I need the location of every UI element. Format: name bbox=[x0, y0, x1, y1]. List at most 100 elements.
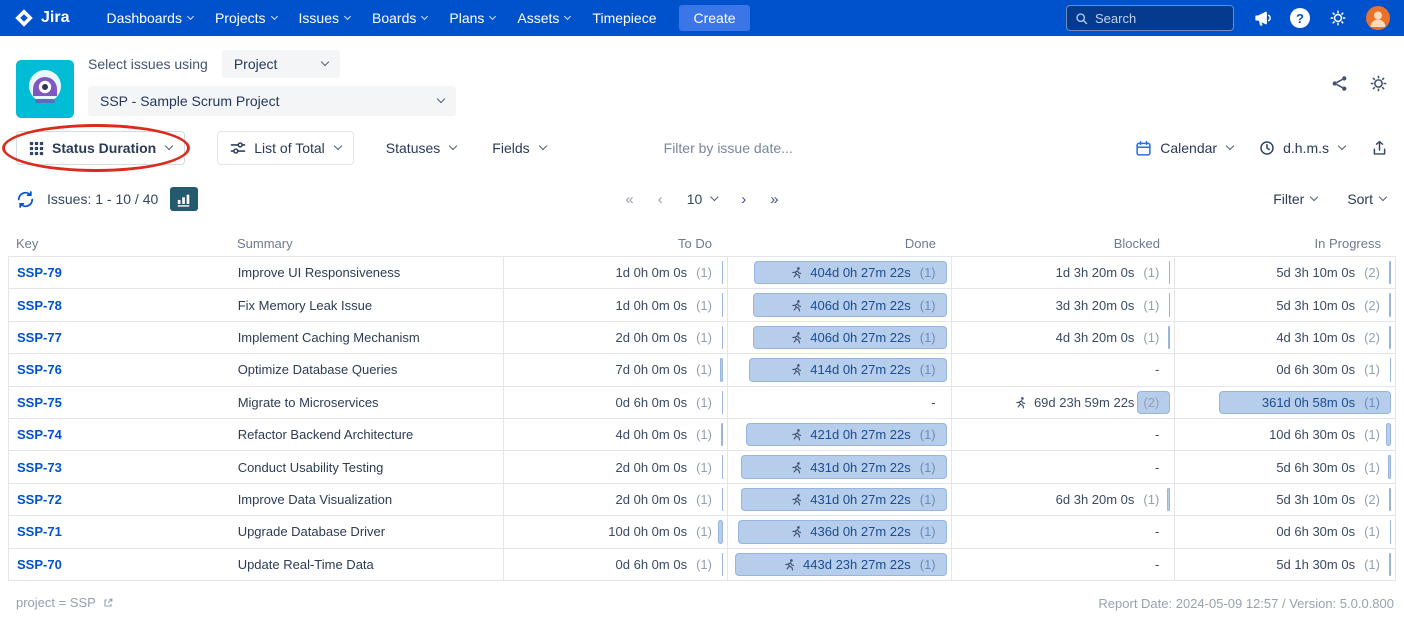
export-icon[interactable] bbox=[1371, 139, 1388, 157]
share-icon[interactable] bbox=[1330, 74, 1349, 93]
table-row: SSP-77Implement Caching Mechanism2d 0h 0… bbox=[8, 322, 1396, 354]
project-select[interactable]: SSP - Sample Scrum Project bbox=[88, 86, 456, 116]
duration-cell-todo: 0d 6h 0m 0s(1) bbox=[503, 549, 727, 580]
project-select-value: SSP - Sample Scrum Project bbox=[100, 93, 279, 109]
running-status-icon bbox=[790, 493, 803, 506]
column-header-summary[interactable]: Summary bbox=[229, 236, 503, 251]
issue-source-value: Project bbox=[234, 56, 278, 72]
table-row: SSP-75Migrate to Microservices0d 6h 0m 0… bbox=[8, 387, 1396, 419]
jira-logo[interactable]: Jira bbox=[14, 8, 69, 28]
duration-value: 414d 0h 27m 22s bbox=[810, 362, 910, 377]
duration-value: 1d 0h 0m 0s bbox=[616, 265, 688, 280]
jql-query-link[interactable]: project = SSP bbox=[16, 595, 114, 610]
nav-item-timepiece[interactable]: Timepiece bbox=[581, 0, 667, 36]
statuses-dropdown[interactable]: Statuses bbox=[386, 140, 456, 156]
settings-gear-icon[interactable] bbox=[1329, 9, 1347, 27]
next-page-button[interactable]: › bbox=[741, 191, 746, 208]
duration-cell-todo: 1d 0h 0m 0s(1) bbox=[503, 289, 727, 320]
prev-page-button[interactable]: ‹ bbox=[658, 191, 663, 208]
issue-key-link[interactable]: SSP-77 bbox=[9, 322, 230, 353]
duration-value: 4d 3h 20m 0s bbox=[1056, 330, 1135, 345]
issue-date-filter-input[interactable] bbox=[664, 140, 859, 156]
column-header-to-do[interactable]: To Do bbox=[503, 236, 727, 251]
transition-count: (1) bbox=[1364, 427, 1380, 442]
chart-view-button[interactable] bbox=[170, 187, 198, 211]
running-status-icon bbox=[790, 461, 803, 474]
time-format-label: d.h.m.s bbox=[1283, 140, 1329, 156]
duration-cell-inprogress: 5d 3h 10m 0s(2) bbox=[1174, 257, 1395, 288]
chevron-down-icon bbox=[271, 12, 278, 19]
calendar-dropdown[interactable]: Calendar bbox=[1135, 140, 1233, 157]
nav-item-dashboards[interactable]: Dashboards bbox=[95, 0, 204, 36]
pagination-left: Issues: 1 - 10 / 40 bbox=[16, 184, 198, 214]
calendar-label: Calendar bbox=[1160, 140, 1217, 156]
issue-key-link[interactable]: SSP-79 bbox=[9, 257, 230, 288]
create-button[interactable]: Create bbox=[679, 5, 749, 31]
issue-source-select[interactable]: Project bbox=[222, 50, 340, 78]
issue-key-link[interactable]: SSP-74 bbox=[9, 419, 230, 450]
help-icon[interactable]: ? bbox=[1290, 8, 1310, 28]
running-status-icon bbox=[790, 331, 803, 344]
search-input[interactable] bbox=[1095, 11, 1225, 26]
duration-value: 5d 3h 10m 0s bbox=[1276, 265, 1355, 280]
duration-cell-done: - bbox=[727, 387, 951, 418]
nav-item-issues[interactable]: Issues bbox=[288, 0, 361, 36]
column-header-blocked[interactable]: Blocked bbox=[951, 236, 1175, 251]
duration-cell-blocked: 4d 3h 20m 0s(1) bbox=[951, 322, 1175, 353]
megaphone-icon[interactable] bbox=[1253, 10, 1271, 26]
page-size-select[interactable]: 10 bbox=[687, 191, 718, 207]
project-row: SSP - Sample Scrum Project bbox=[88, 86, 456, 116]
pagination-right: Filter Sort bbox=[1273, 184, 1386, 214]
report-settings-gear-icon[interactable] bbox=[1369, 74, 1388, 93]
duration-value: 69d 23h 59m 22s bbox=[1034, 395, 1134, 410]
issue-key-link[interactable]: SSP-73 bbox=[9, 451, 230, 482]
nav-item-plans[interactable]: Plans bbox=[438, 0, 506, 36]
duration-cell-blocked: 69d 23h 59m 22s(2) bbox=[951, 387, 1175, 418]
duration-cell-todo: 4d 0h 0m 0s(1) bbox=[503, 419, 727, 450]
header-action-icons bbox=[1330, 74, 1388, 93]
duration-value: 7d 0h 0m 0s bbox=[616, 362, 688, 377]
issue-key-link[interactable]: SSP-70 bbox=[9, 549, 230, 580]
column-header-in-progress[interactable]: In Progress bbox=[1175, 236, 1396, 251]
column-header-done[interactable]: Done bbox=[727, 236, 951, 251]
last-page-button[interactable]: » bbox=[770, 191, 778, 208]
nav-item-projects[interactable]: Projects bbox=[204, 0, 288, 36]
duration-cell-inprogress: 5d 6h 30m 0s(1) bbox=[1174, 451, 1395, 482]
issue-key-link[interactable]: SSP-75 bbox=[9, 387, 230, 418]
view-mode-dropdown[interactable]: List of Total bbox=[217, 131, 354, 165]
fields-dropdown[interactable]: Fields bbox=[492, 140, 545, 156]
issue-key-link[interactable]: SSP-78 bbox=[9, 289, 230, 320]
duration-value: 3d 3h 20m 0s bbox=[1056, 298, 1135, 313]
time-format-dropdown[interactable]: d.h.m.s bbox=[1259, 140, 1345, 156]
issue-key-link[interactable]: SSP-71 bbox=[9, 516, 230, 547]
report-info: Report Date: 2024-05-09 12:57 / Version:… bbox=[1098, 596, 1394, 611]
first-page-button[interactable]: « bbox=[625, 191, 633, 208]
duration-value: 1d 0h 0m 0s bbox=[616, 298, 688, 313]
search-icon bbox=[1075, 12, 1088, 25]
duration-value: 431d 0h 27m 22s bbox=[810, 460, 910, 475]
refresh-icon[interactable] bbox=[16, 190, 35, 209]
nav-item-boards[interactable]: Boards bbox=[361, 0, 438, 36]
issue-key-link[interactable]: SSP-72 bbox=[9, 484, 230, 515]
sort-dropdown[interactable]: Sort bbox=[1347, 191, 1386, 207]
transition-count: (1) bbox=[1364, 524, 1380, 539]
nav-item-assets[interactable]: Assets bbox=[506, 0, 581, 36]
chevron-down-icon bbox=[437, 95, 445, 103]
nav-item-label: Boards bbox=[372, 10, 416, 26]
duration-value: 431d 0h 27m 22s bbox=[810, 492, 910, 507]
transition-count: (1) bbox=[696, 492, 712, 507]
chevron-down-icon bbox=[321, 58, 329, 66]
global-search[interactable] bbox=[1066, 5, 1234, 31]
filter-label: Filter bbox=[1273, 191, 1304, 207]
user-avatar[interactable] bbox=[1366, 6, 1390, 30]
report-type-dropdown[interactable]: Status Duration bbox=[16, 131, 185, 165]
issue-key-link[interactable]: SSP-76 bbox=[9, 354, 230, 385]
transition-count: (1) bbox=[1364, 557, 1380, 572]
sliders-icon bbox=[230, 141, 246, 155]
table-body: SSP-79Improve UI Responsiveness1d 0h 0m … bbox=[8, 256, 1396, 581]
column-header-key[interactable]: Key bbox=[8, 236, 229, 251]
sort-label: Sort bbox=[1347, 191, 1373, 207]
running-status-icon bbox=[790, 428, 803, 441]
filter-dropdown[interactable]: Filter bbox=[1273, 191, 1317, 207]
toolbar-right-cluster: Calendar d.h.m.s bbox=[1135, 139, 1388, 157]
